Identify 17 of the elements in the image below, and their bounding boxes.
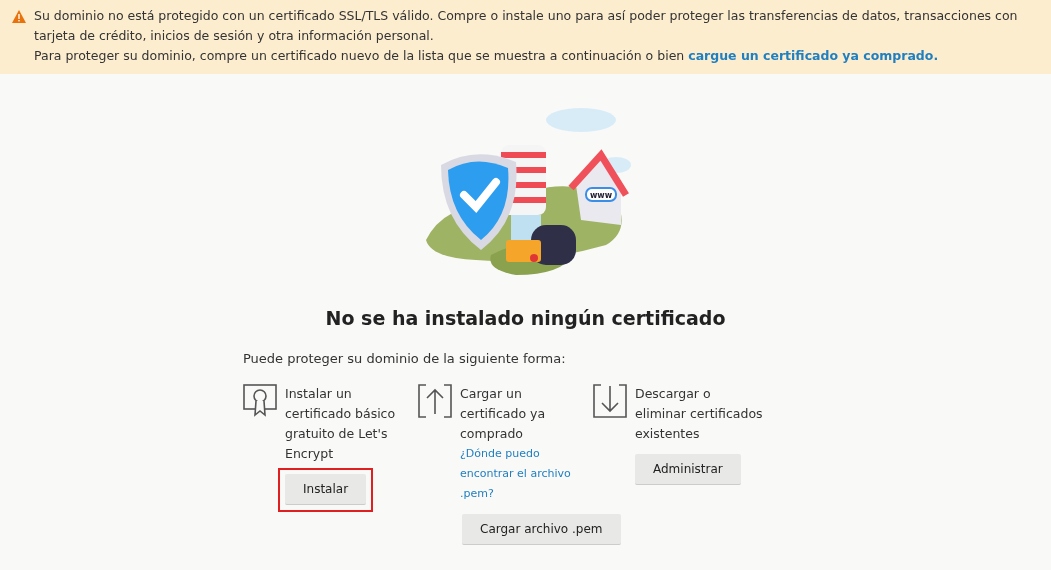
certificate-icon (243, 384, 277, 418)
option-text: Instalar un certificado básico gratuito de Let's Encrypt (285, 385, 397, 463)
upload-certificate-link[interactable]: cargue un certificado ya comprado. (688, 48, 939, 63)
download-button[interactable]: Administrar (635, 454, 741, 485)
security-illustration: www (415, 90, 636, 280)
warning-text: Su dominio no está protegido con un certificado SSL/TLS válido. Compre o instale uno para así poder proteger las transferencias de datos, transacciones con tarjeta de crédito, inicios de sesión y otra información personal. (34, 7, 1019, 45)
install-button[interactable]: Instalar (285, 474, 367, 505)
warning-text: Para proteger su dominio, compre un certificado nuevo de la lista que se muestra a continuación o bien cargue un certificado ya comprado. (34, 47, 940, 65)
download-icon (593, 384, 627, 418)
help-link[interactable]: ¿Dónde puedo encontrar el archivo .pem? (460, 444, 590, 504)
option-text: Cargar un certificado ya comprado (460, 385, 547, 443)
warning-icon (12, 10, 26, 23)
option-text: Descargar o eliminar certificados existentes (635, 385, 764, 443)
intro-text: Puede proteger su dominio de la siguiente forma: (243, 349, 567, 368)
upload-icon (418, 384, 452, 418)
page-heading: No se ha instalado ningún certificado (325, 306, 726, 331)
upload-button[interactable]: Cargar archivo .pem (462, 514, 621, 545)
